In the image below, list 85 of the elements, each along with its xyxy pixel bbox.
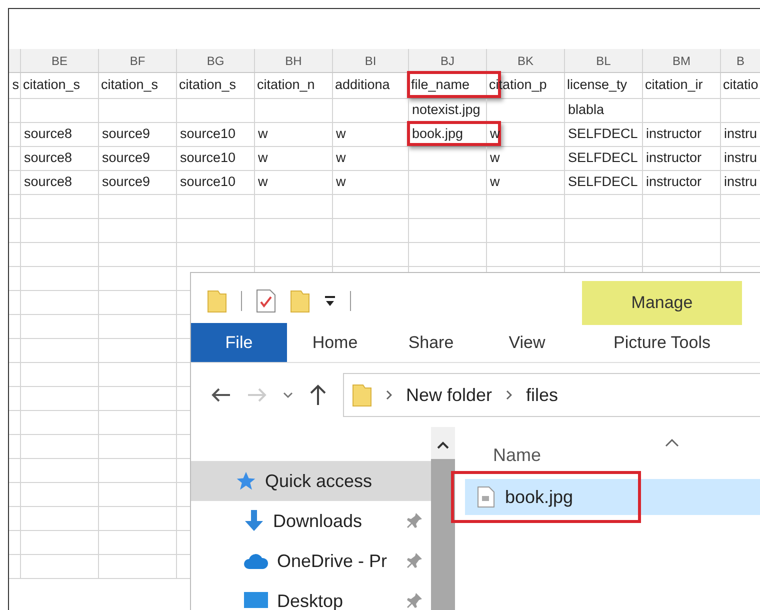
chevron-right-icon — [506, 390, 512, 400]
table-cell-text: SELFDECL — [567, 125, 638, 144]
table-cell-text: blabla — [567, 101, 604, 120]
dropdown-caret-icon[interactable] — [324, 295, 336, 307]
table-cell-text: instru — [723, 173, 758, 192]
folder-icon — [352, 383, 372, 407]
table-cell-text: source8 — [23, 173, 72, 192]
properties-checkmark-icon — [256, 289, 276, 313]
table-cell-text: source9 — [101, 125, 150, 144]
table-cell-text: citation_s — [178, 76, 238, 94]
sort-chevron-icon — [665, 439, 679, 447]
ribbon-tab[interactable]: View — [479, 323, 575, 362]
column-letter: BJ — [440, 52, 454, 70]
pin-icon — [407, 592, 423, 610]
column-letter: BK — [517, 52, 534, 70]
column-header[interactable]: Name — [465, 442, 542, 468]
table-cell-text: w — [257, 173, 268, 192]
table-cell-text: instru — [723, 125, 758, 144]
pin-icon — [407, 512, 423, 530]
column-letter: B — [736, 52, 744, 70]
table-cell-text: w — [335, 125, 346, 144]
ribbon-tab[interactable]: Share — [383, 323, 479, 362]
table-cell-text: citation_n — [256, 76, 316, 94]
address-bar[interactable]: New folder files — [343, 373, 760, 417]
table-cell-text: additiona — [334, 76, 391, 94]
folder-icon — [290, 289, 310, 313]
column-letter: BF — [130, 52, 146, 70]
table-cell-text: source10 — [179, 149, 236, 168]
table-cell-text: citation_ir — [644, 76, 704, 94]
table-cell-text: instructor — [645, 149, 702, 168]
table-cell-text: w — [257, 125, 268, 144]
table-cell-text: source10 — [179, 125, 236, 144]
table-cell-text: book.jpg — [411, 125, 464, 144]
file-row[interactable]: book.jpg — [465, 479, 760, 515]
file-tab[interactable]: File — [191, 323, 287, 362]
folder-icon — [207, 289, 227, 313]
table-cell-text: w — [489, 149, 500, 168]
chevron-up-icon[interactable] — [437, 441, 449, 449]
chevron-right-icon — [386, 390, 392, 400]
image-file-icon — [477, 486, 495, 508]
ribbon-tab[interactable]: Picture Tools — [582, 323, 742, 362]
context-group-label: Manage — [631, 292, 693, 314]
pin-icon — [407, 552, 423, 570]
nav-item[interactable]: OneDrive - Pr — [191, 541, 431, 581]
table-cell-text: w — [335, 173, 346, 192]
column-letter: BL — [596, 52, 611, 70]
column-letter: BI — [364, 52, 376, 70]
table-cell-text: w — [335, 149, 346, 168]
column-letter: BG — [206, 52, 224, 70]
table-cell-text: instructor — [645, 125, 702, 144]
table-cell-text: s — [12, 76, 20, 94]
download-arrow-icon — [243, 509, 265, 533]
table-cell-text: source9 — [101, 149, 150, 168]
chevron-down-icon[interactable] — [283, 391, 293, 399]
monitor-icon — [243, 591, 269, 610]
table-cell-text: source8 — [23, 149, 72, 168]
ribbon-tab[interactable]: Home — [287, 323, 383, 362]
table-cell-text: source9 — [101, 173, 150, 192]
star-icon — [235, 470, 257, 492]
table-cell-text: source10 — [179, 173, 236, 192]
column-letter: BE — [51, 52, 68, 70]
cloud-icon — [243, 552, 269, 570]
up-arrow-icon[interactable] — [309, 384, 327, 406]
table-cell-text: instru — [723, 149, 758, 168]
scrollbar[interactable] — [431, 427, 455, 610]
table-cell-text: source8 — [23, 125, 72, 144]
table-cell-text: SELFDECL — [567, 173, 638, 192]
table-cell-text: w — [257, 149, 268, 168]
nav-item[interactable]: Desktop — [191, 581, 431, 610]
back-arrow-icon[interactable] — [211, 387, 231, 403]
table-cell-text: w — [489, 173, 500, 192]
table-cell-text: citatio — [722, 76, 760, 94]
table-cell-text: license_ty — [566, 76, 628, 94]
breadcrumb-item[interactable]: files — [526, 382, 558, 408]
table-cell-text: file_name — [410, 76, 471, 94]
breadcrumb-item[interactable]: New folder — [406, 382, 492, 408]
nav-item[interactable]: Quick access — [191, 461, 431, 501]
column-letter: BM — [672, 52, 690, 70]
nav-item[interactable]: Downloads — [191, 501, 431, 541]
table-cell-text: SELFDECL — [567, 149, 638, 168]
table-cell-text: instructor — [645, 173, 702, 192]
table-cell-text: notexist.jpg — [411, 101, 480, 120]
column-letter: BH — [285, 52, 302, 70]
table-cell-text: citation_s — [22, 76, 82, 94]
table-cell-text: citation_s — [100, 76, 160, 94]
